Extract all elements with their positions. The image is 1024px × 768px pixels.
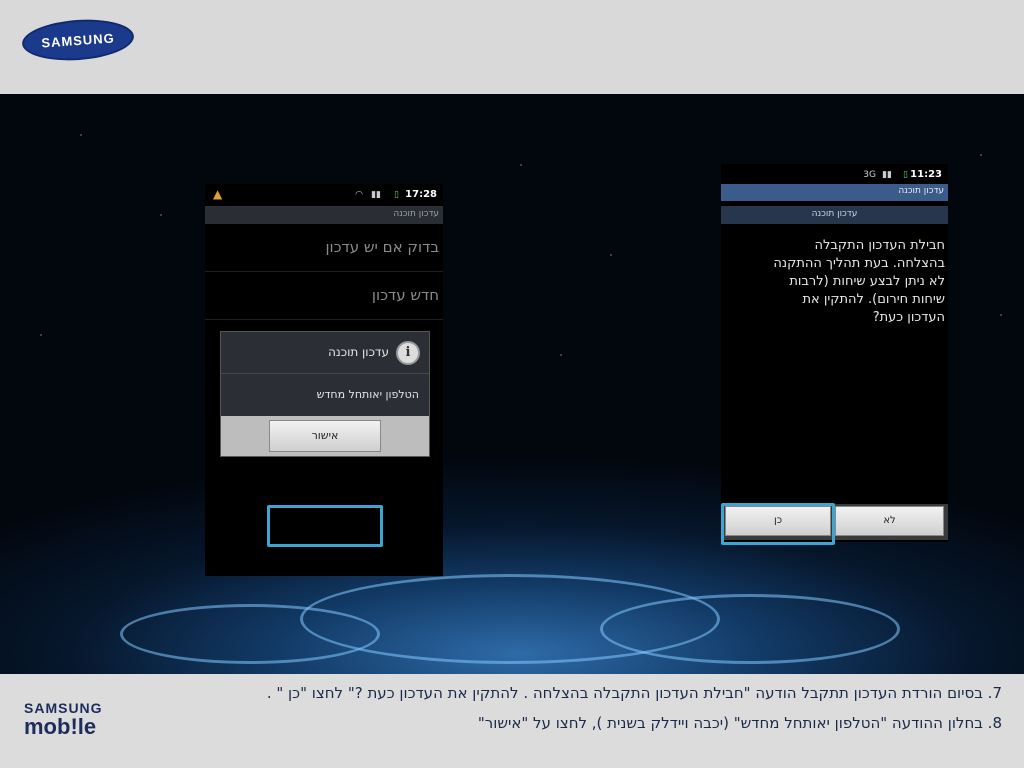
star	[610, 254, 612, 256]
no-button[interactable]: לא	[835, 506, 944, 536]
menu-item-new-update[interactable]: חדש עדכון	[205, 272, 443, 320]
signal-icon: ▮▮	[882, 170, 892, 180]
samsung-logo-text: SAMSUNG	[40, 29, 116, 51]
message-line: לא ניתן לבצע שיחות (לרבות	[789, 274, 945, 289]
page-header: SAMSUNG	[0, 0, 1024, 94]
star	[40, 334, 42, 336]
battery-icon: ▯	[394, 190, 399, 200]
star	[80, 134, 82, 136]
message-line: בהצלחה. בעת תהליך ההתקנה	[773, 256, 945, 271]
menu-item-check-update[interactable]: בדוק אם יש עדכון	[205, 224, 443, 272]
samsung-logo: SAMSUNG	[20, 16, 136, 64]
status-time: 11:23	[910, 169, 942, 180]
dialog-footer: אישור	[221, 416, 429, 456]
star	[980, 154, 982, 156]
brand-line2: mob!le	[24, 714, 97, 739]
ok-button-highlight	[267, 505, 383, 547]
ok-button[interactable]: אישור	[269, 420, 381, 452]
glow-ring	[120, 604, 380, 664]
glow-ring	[600, 594, 900, 664]
info-icon: i	[396, 341, 420, 365]
update-message: חבילת העדכון התקבלה בהצלחה. בעת תהליך הה…	[735, 237, 945, 327]
dialog-title: עדכון תוכנה	[328, 345, 389, 359]
star	[160, 214, 162, 216]
star	[520, 164, 522, 166]
phone-screen-right: 3G ▮▮ ▯ 11:23 עדכון תוכנה עדכון תוכנה חב…	[721, 164, 948, 545]
restart-dialog: עדכון תוכנה i הטלפון יאותחל מחדש אישור	[220, 331, 430, 457]
dialog-header: עדכון תוכנה i	[221, 332, 429, 374]
yes-button-highlight	[721, 503, 835, 545]
sub-title-bar: עדכון תוכנה	[721, 206, 948, 224]
signal-icon: ▮▮	[371, 190, 381, 200]
star	[560, 354, 562, 356]
samsung-mobile-logo: SAMSUNG mob!le	[24, 700, 103, 738]
message-line: חבילת העדכון התקבלה	[814, 238, 945, 253]
status-bar: ▲ ◠ ▮▮ ▯ 17:28	[205, 184, 443, 206]
page-footer: SAMSUNG mob!le 7. בסיום הורדת העדכון תתק…	[0, 674, 1024, 768]
app-title-bar: עדכון תוכנה	[205, 206, 443, 224]
message-line: העדכון כעת?	[872, 310, 945, 325]
battery-icon: ▯	[903, 170, 908, 180]
status-time: 17:28	[405, 189, 437, 200]
app-title-bar: עדכון תוכנה	[721, 184, 948, 201]
star	[1000, 314, 1002, 316]
background-stage: ▲ ◠ ▮▮ ▯ 17:28 עדכון תוכנה בדוק אם יש עד…	[0, 94, 1024, 674]
message-line: שיחות חירום). להתקין את	[802, 292, 945, 307]
phone-screen-left: ▲ ◠ ▮▮ ▯ 17:28 עדכון תוכנה בדוק אם יש עד…	[205, 184, 443, 576]
network-icon: 3G	[863, 170, 876, 180]
wifi-icon: ◠	[355, 190, 363, 200]
dialog-message: הטלפון יאותחל מחדש	[316, 388, 419, 401]
instruction-step-7: 7. בסיום הורדת העדכון תתקבל הודעה "חבילת…	[266, 684, 1002, 702]
instruction-step-8: 8. בחלון ההודעה "הטלפון יאותחל מחדש" (יכ…	[477, 714, 1002, 732]
app-icon: ▲	[213, 187, 223, 201]
